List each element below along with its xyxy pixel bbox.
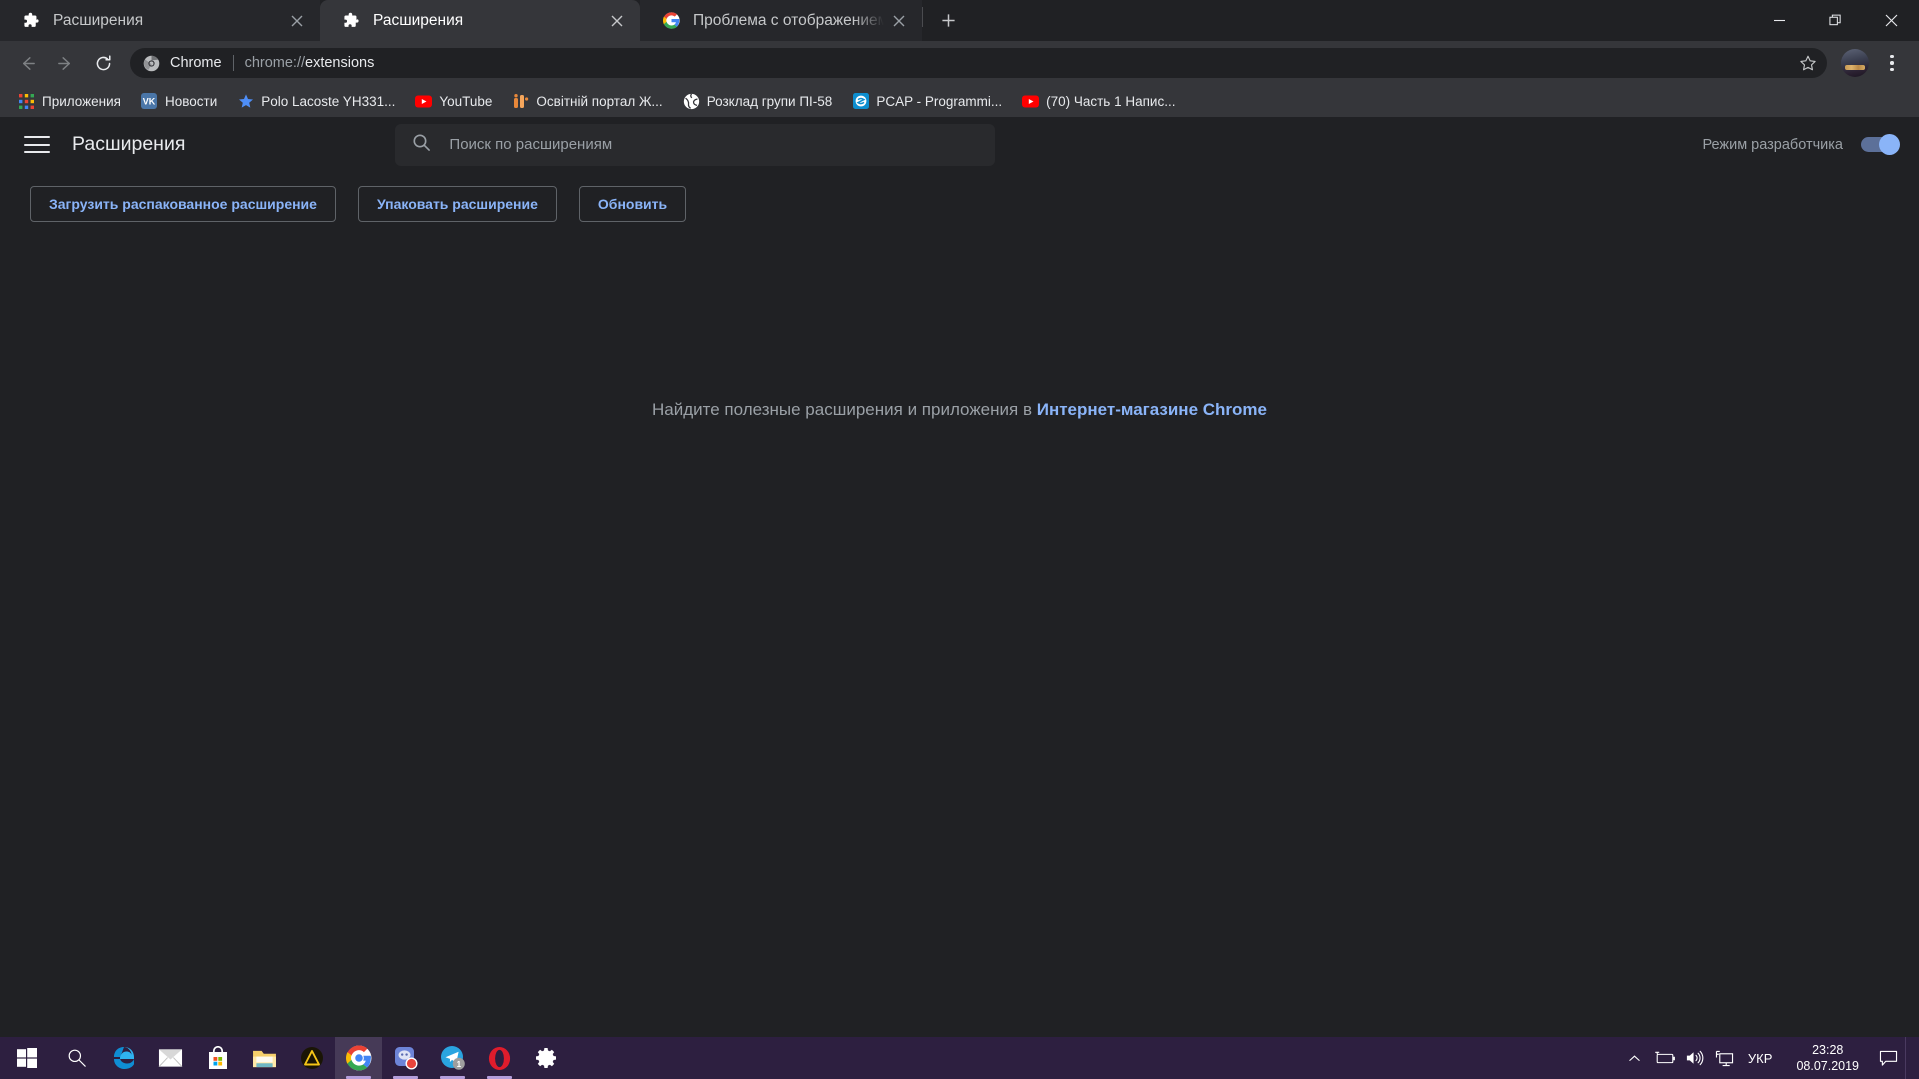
bookmark-label: PCAP - Programmi... xyxy=(876,93,1003,109)
settings-button[interactable] xyxy=(523,1037,570,1079)
notification-icon[interactable] xyxy=(1871,1037,1905,1079)
close-icon[interactable] xyxy=(602,6,632,36)
extensions-action-bar: Загрузить распакованное расширение Упако… xyxy=(0,173,1919,222)
windows-taskbar: 1 УКР 23:28 08.07.2019 xyxy=(0,1037,1919,1079)
app-button[interactable] xyxy=(382,1037,429,1079)
hamburger-menu-icon[interactable] xyxy=(24,132,50,158)
browser-tab[interactable]: Расширения xyxy=(0,0,320,41)
generic-orange-icon xyxy=(512,93,529,110)
tab-strip: Расширения Расширения Проблема с отображ… xyxy=(0,0,1919,41)
restore-button[interactable] xyxy=(1807,0,1863,41)
svg-text:1: 1 xyxy=(456,1060,461,1069)
clock[interactable]: 23:28 08.07.2019 xyxy=(1784,1042,1871,1074)
extensions-header: Расширения Поиск по расширениям Режим ра… xyxy=(0,117,1919,173)
svg-text:VK: VK xyxy=(143,97,156,107)
close-button[interactable] xyxy=(1863,0,1919,41)
tab-title: Расширения xyxy=(373,11,464,29)
puzzle-icon xyxy=(22,12,40,30)
update-button[interactable]: Обновить xyxy=(578,186,687,222)
address-bar[interactable]: Chrome chrome://extensions xyxy=(130,48,1827,78)
youtube-icon xyxy=(415,93,433,110)
adobe-button[interactable] xyxy=(288,1037,335,1079)
bookmark-label: Приложения xyxy=(42,93,121,109)
file-explorer-button[interactable] xyxy=(241,1037,288,1079)
star-outline-icon[interactable] xyxy=(1795,50,1821,76)
bookmarks-bar: Приложения VK Новости Polo Lacoste YH331… xyxy=(0,85,1919,117)
search-input[interactable]: Поиск по расширениям xyxy=(395,123,996,166)
minimize-button[interactable] xyxy=(1751,0,1807,41)
bookmark-rozklad[interactable]: Розклад групи ПІ-58 xyxy=(675,88,841,114)
bookmark-youtube[interactable]: YouTube xyxy=(407,88,500,114)
empty-state-message: Найдите полезные расширения и приложения… xyxy=(0,400,1919,420)
search-button[interactable] xyxy=(53,1037,100,1079)
battery-charging-icon[interactable] xyxy=(1650,1037,1680,1079)
browser-tab[interactable]: Проблема с отображением инт xyxy=(640,0,922,41)
omnibox-divider xyxy=(232,55,234,71)
pack-extension-button[interactable]: Упаковать расширение xyxy=(357,186,557,222)
chrome-icon xyxy=(143,55,160,72)
load-unpacked-button[interactable]: Загрузить распакованное расширение xyxy=(30,186,336,222)
telegram-button[interactable]: 1 xyxy=(429,1037,476,1079)
globe-icon xyxy=(683,92,700,110)
google-icon xyxy=(662,12,680,30)
chevron-up-icon[interactable] xyxy=(1620,1037,1650,1079)
forward-arrow-icon[interactable] xyxy=(48,46,82,80)
profile-avatar[interactable] xyxy=(1841,49,1869,77)
volume-icon[interactable] xyxy=(1680,1037,1710,1079)
close-icon[interactable] xyxy=(884,6,914,36)
empty-state-text: Найдите полезные расширения и приложения… xyxy=(652,400,1037,419)
extensions-page: Расширения Поиск по расширениям Режим ра… xyxy=(0,117,1919,1037)
show-desktop-button[interactable] xyxy=(1905,1037,1913,1079)
tab-title: Расширения xyxy=(53,11,144,29)
search-placeholder: Поиск по расширениям xyxy=(449,136,613,153)
star-icon xyxy=(237,93,254,110)
clock-time: 23:28 xyxy=(1812,1043,1844,1057)
language-indicator[interactable]: УКР xyxy=(1740,1051,1785,1066)
bookmark-label: (70) Часть 1 Напис... xyxy=(1046,93,1176,109)
close-icon[interactable] xyxy=(282,6,312,36)
developer-mode-toggle[interactable] xyxy=(1861,134,1900,155)
clock-date: 08.07.2019 xyxy=(1796,1059,1859,1073)
microsoft-store-button[interactable] xyxy=(194,1037,241,1079)
system-tray: УКР 23:28 08.07.2019 xyxy=(1620,1037,1919,1079)
bookmark-label: YouTube xyxy=(439,93,493,109)
bookmark-apps[interactable]: Приложения xyxy=(10,88,129,114)
chrome-web-store-link[interactable]: Интернет-магазине Chrome xyxy=(1037,400,1267,419)
browser-tab-active[interactable]: Расширения xyxy=(320,0,640,41)
start-button[interactable] xyxy=(0,1037,53,1079)
bookmark-label: Освітній портал Ж... xyxy=(536,93,663,109)
three-dot-menu-icon[interactable] xyxy=(1877,46,1907,80)
window-controls xyxy=(1751,0,1919,41)
bookmark-news[interactable]: VK Новости xyxy=(133,88,225,114)
pcap-icon xyxy=(852,93,869,110)
browser-toolbar: Chrome chrome://extensions xyxy=(0,41,1919,85)
bookmark-youtube-video[interactable]: (70) Часть 1 Напис... xyxy=(1014,88,1183,114)
bookmark-label: Розклад групи ПІ-58 xyxy=(706,93,833,109)
apps-grid-icon xyxy=(18,93,35,110)
back-arrow-icon[interactable] xyxy=(10,46,44,80)
vk-icon: VK xyxy=(141,93,158,110)
bookmark-osvitniy-portal[interactable]: Освітній портал Ж... xyxy=(504,88,670,114)
puzzle-icon xyxy=(342,12,360,30)
network-display-icon[interactable] xyxy=(1710,1037,1740,1079)
search-icon xyxy=(412,133,431,157)
developer-mode-control: Режим разработчика xyxy=(1702,134,1900,155)
bookmark-polo-lacoste[interactable]: Polo Lacoste YH331... xyxy=(229,88,403,114)
chrome-button[interactable] xyxy=(335,1037,382,1079)
mail-button[interactable] xyxy=(147,1037,194,1079)
omnibox-badge-label: Chrome xyxy=(170,55,222,71)
developer-mode-label: Режим разработчика xyxy=(1702,136,1843,153)
bookmark-label: Новости xyxy=(164,93,218,109)
reload-icon[interactable] xyxy=(86,46,120,80)
tab-title: Проблема с отображением инт xyxy=(693,11,884,29)
opera-button[interactable] xyxy=(476,1037,523,1079)
tab-separator xyxy=(922,6,923,27)
omnibox-url: chrome://extensions xyxy=(244,55,375,71)
youtube-icon xyxy=(1022,93,1040,110)
bookmark-label: Polo Lacoste YH331... xyxy=(261,93,396,109)
edge-button[interactable] xyxy=(100,1037,147,1079)
bookmark-pcap[interactable]: PCAP - Programmi... xyxy=(844,88,1010,114)
new-tab-button[interactable] xyxy=(930,2,966,38)
page-title: Расширения xyxy=(72,133,186,155)
